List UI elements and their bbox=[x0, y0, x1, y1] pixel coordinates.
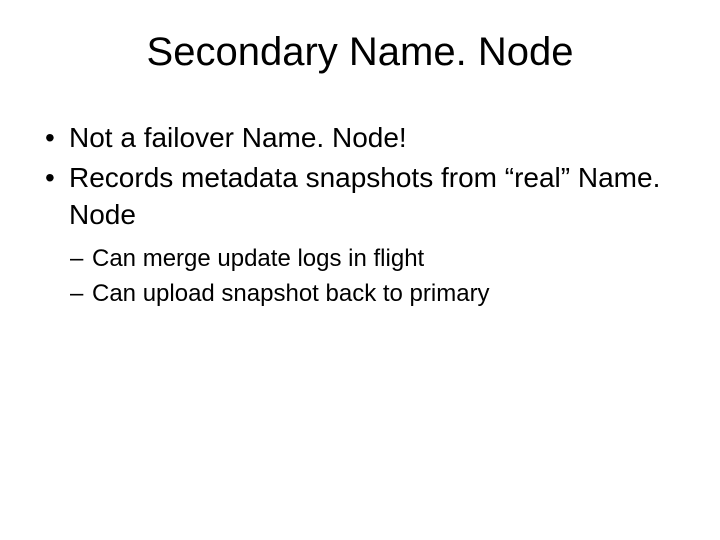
sub-bullet-item: Can upload snapshot back to primary bbox=[70, 278, 690, 310]
bullet-item: Not a failover Name. Node! bbox=[45, 120, 690, 156]
bullet-item: Records metadata snapshots from “real” N… bbox=[45, 160, 690, 233]
bullet-list: Not a failover Name. Node! Records metad… bbox=[30, 120, 690, 233]
sub-bullet-list: Can merge update logs in flight Can uplo… bbox=[30, 243, 690, 310]
slide-title: Secondary Name. Node bbox=[30, 30, 690, 75]
sub-bullet-item: Can merge update logs in flight bbox=[70, 243, 690, 275]
